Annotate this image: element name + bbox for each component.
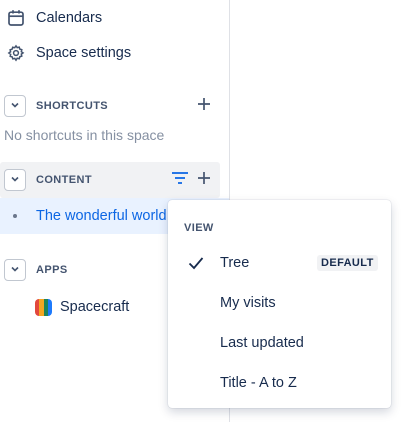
shortcuts-empty-text: No shortcuts in this space — [4, 127, 165, 143]
app-item-label: Spacecraft — [60, 299, 130, 315]
shortcuts-section-header: SHORTCUTS — [0, 88, 220, 124]
default-badge: DEFAULT — [317, 255, 378, 271]
view-option-label: Title - A to Z — [220, 375, 297, 391]
spacecraft-logo-icon — [35, 298, 52, 316]
content-tree-item-label: The wonderful world — [36, 208, 167, 224]
filter-icon — [171, 171, 189, 190]
apps-collapse-button[interactable] — [4, 259, 26, 281]
content-section-title: CONTENT — [36, 174, 92, 186]
chevron-down-icon — [10, 97, 20, 115]
content-section-header: CONTENT — [0, 162, 220, 198]
plus-icon — [197, 97, 211, 116]
nav-item-label: Space settings — [36, 45, 132, 61]
view-option-label: Last updated — [220, 335, 304, 351]
shortcuts-section-title: SHORTCUTS — [36, 100, 109, 112]
content-collapse-button[interactable] — [4, 169, 26, 191]
shortcuts-collapse-button[interactable] — [4, 95, 26, 117]
view-option-label: My visits — [220, 295, 276, 311]
nav-item-space-settings[interactable]: Space settings — [0, 35, 229, 71]
checkmark-icon — [186, 253, 206, 273]
plus-icon — [197, 171, 211, 190]
view-menu-heading: VIEW — [184, 222, 214, 234]
calendar-icon — [6, 8, 26, 28]
nav-item-label: Calendars — [36, 10, 103, 26]
content-filter-button[interactable] — [169, 169, 191, 191]
view-dropdown-menu: VIEW Tree DEFAULT My visits Last updated… — [168, 200, 391, 408]
gear-icon — [6, 43, 26, 63]
view-option-title-a-to-z[interactable]: Title - A to Z — [168, 363, 391, 403]
add-content-button[interactable] — [193, 169, 215, 191]
chevron-down-icon — [10, 261, 20, 279]
apps-section-title: APPS — [36, 264, 68, 276]
view-option-tree[interactable]: Tree DEFAULT — [168, 243, 391, 283]
view-option-label: Tree — [220, 255, 250, 271]
nav-item-calendars[interactable]: Calendars — [0, 0, 229, 36]
add-shortcut-button[interactable] — [193, 95, 215, 117]
view-option-last-updated[interactable]: Last updated — [168, 323, 391, 363]
view-option-my-visits[interactable]: My visits — [168, 283, 391, 323]
chevron-down-icon — [10, 171, 20, 189]
bullet-icon — [13, 214, 17, 218]
